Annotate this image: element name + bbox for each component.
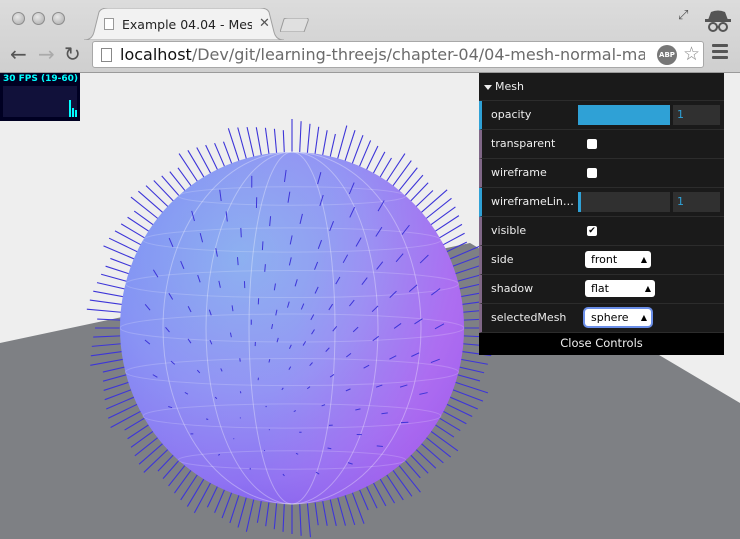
normal-arrow — [263, 449, 266, 452]
normal-arrow — [265, 405, 267, 408]
control-label: selectedMesh — [491, 311, 567, 324]
control-transparent: transparent — [479, 130, 724, 159]
address-bar[interactable]: localhost/Dev/git/learning-threejs/chapt… — [92, 41, 704, 68]
select-arrows-icon: ▲ — [644, 284, 651, 293]
window-zoom-button[interactable] — [52, 12, 65, 25]
incognito-icon — [705, 10, 731, 32]
control-side: side front ▲ — [479, 246, 724, 275]
control-opacity: opacity 1 — [479, 101, 724, 130]
shadow-select[interactable]: flat ▲ — [585, 280, 655, 297]
shadow-selected: flat — [591, 282, 609, 295]
normal-arrow — [205, 418, 209, 420]
control-label: wireframeLinewidth — [491, 195, 577, 208]
adblock-icon[interactable]: ABP — [657, 45, 677, 65]
control-selected-mesh: selectedMesh sphere ▲ — [479, 304, 724, 333]
selected-mesh-select[interactable]: sphere ▲ — [585, 309, 651, 326]
browser-tab-active[interactable]: Example 04.04 - Mesh normal material ✕ — [84, 8, 284, 40]
page-favicon-icon — [104, 18, 114, 30]
normal-arrow — [239, 358, 241, 362]
dat-gui-panel: Mesh opacity 1 transparent wireframe wir… — [479, 73, 724, 355]
control-label: wireframe — [491, 166, 547, 179]
select-arrows-icon: ▲ — [640, 255, 647, 264]
normal-arrow — [264, 264, 266, 272]
window-minimize-button[interactable] — [32, 12, 45, 25]
fps-graph — [3, 86, 77, 117]
wireframe-linewidth-slider[interactable] — [578, 192, 670, 212]
opacity-slider-fill — [578, 105, 670, 125]
control-label: shadow — [491, 282, 534, 295]
browser-chrome: Example 04.04 - Mesh normal material ✕ ⤢… — [0, 0, 740, 73]
control-shadow: shadow flat ▲ — [479, 275, 724, 304]
normal-arrow — [376, 445, 383, 447]
window-close-button[interactable] — [12, 12, 25, 25]
tab-close-icon[interactable]: ✕ — [259, 16, 270, 31]
new-tab-button[interactable] — [280, 18, 310, 32]
control-visible: visible ✔ — [479, 217, 724, 246]
reload-icon[interactable]: ↻ — [64, 44, 81, 64]
selected-mesh-selected: sphere — [591, 311, 629, 324]
control-wireframe: wireframe — [479, 159, 724, 188]
back-arrow-icon[interactable]: ← — [10, 44, 27, 64]
wireframe-linewidth-slider-fill — [578, 192, 581, 212]
side-selected: front — [591, 253, 618, 266]
normal-arrow — [239, 391, 242, 394]
control-label: visible — [491, 224, 527, 237]
normal-arrow — [239, 417, 241, 419]
select-arrows-icon: ▲ — [640, 313, 647, 322]
control-label: transparent — [491, 137, 556, 150]
control-wireframe-linewidth: wireframeLinewidth 1 — [479, 188, 724, 217]
transparent-checkbox[interactable] — [587, 139, 597, 149]
opacity-slider[interactable] — [578, 105, 670, 125]
folder-title-mesh[interactable]: Mesh — [479, 73, 724, 101]
url-text[interactable]: localhost/Dev/git/learning-threejs/chapt… — [120, 45, 645, 64]
url-host: localhost — [120, 45, 192, 64]
forward-arrow-icon[interactable]: → — [38, 44, 55, 64]
fps-stats[interactable]: 30 FPS (19-60) — [0, 73, 80, 121]
normal-arrow — [261, 241, 264, 251]
wireframe-checkbox[interactable] — [587, 168, 597, 178]
close-controls-button[interactable]: Close Controls — [479, 333, 724, 355]
fps-label: 30 FPS (19-60) — [3, 74, 79, 84]
control-label: side — [491, 253, 514, 266]
side-select[interactable]: front ▲ — [585, 251, 651, 268]
bookmark-star-icon[interactable]: ☆ — [683, 43, 700, 65]
wireframe-linewidth-input[interactable]: 1 — [673, 192, 720, 212]
normal-arrow — [335, 125, 348, 165]
page-viewport: 30 FPS (19-60) Mesh opacity 1 transparen… — [0, 73, 740, 539]
tab-title: Example 04.04 - Mesh normal material — [122, 17, 252, 32]
visible-checkbox[interactable]: ✔ — [587, 226, 597, 236]
control-label: opacity — [491, 108, 532, 121]
fullscreen-arrows-icon[interactable]: ⤢ — [678, 8, 688, 23]
opacity-input[interactable]: 1 — [673, 105, 720, 125]
hamburger-menu-icon[interactable] — [712, 44, 728, 62]
normal-arrow — [86, 308, 127, 314]
page-icon — [101, 48, 112, 62]
normal-arrow — [237, 257, 239, 266]
url-path: /Dev/git/learning-threejs/chapter-04/04-… — [191, 45, 645, 64]
